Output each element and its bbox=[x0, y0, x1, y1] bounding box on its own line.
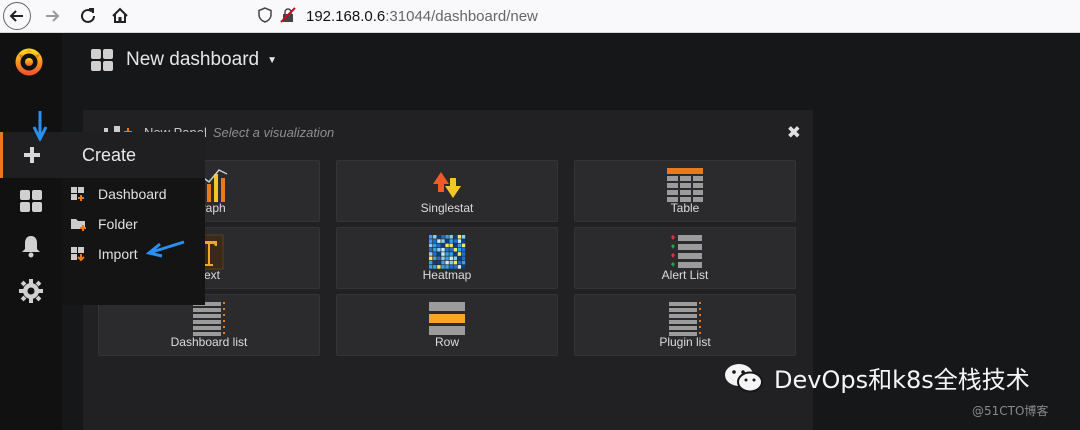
create-menu-item-label: Dashboard bbox=[98, 186, 167, 202]
table-viz-icon bbox=[667, 168, 703, 202]
gear-icon bbox=[19, 279, 43, 303]
sidebar-item-configuration[interactable] bbox=[16, 276, 46, 306]
viz-label: Plugin list bbox=[659, 335, 711, 349]
create-menu-item-label: Folder bbox=[98, 216, 138, 232]
plus-icon bbox=[24, 147, 40, 163]
folder-plus-icon bbox=[70, 215, 98, 233]
address-bar[interactable]: 192.168.0.6:31044/dashboard/new bbox=[258, 0, 538, 33]
shield-icon bbox=[258, 7, 280, 26]
watermark-small: @51CTO博客 bbox=[972, 404, 1049, 418]
page-title: New dashboard bbox=[126, 49, 260, 70]
heatmap-viz-icon bbox=[429, 235, 466, 269]
viz-alert-list[interactable]: Alert List bbox=[574, 227, 796, 289]
url-path: :31044/dashboard/new bbox=[385, 8, 538, 25]
forward-button[interactable] bbox=[38, 2, 66, 30]
arrow-left-icon bbox=[9, 10, 23, 22]
create-menu-item-label: Import bbox=[98, 246, 138, 262]
create-menu-header: Create bbox=[62, 132, 205, 178]
dashboards-grid-icon bbox=[91, 49, 113, 71]
close-icon[interactable]: ✖ bbox=[787, 123, 801, 143]
reload-icon bbox=[81, 8, 95, 23]
viz-table[interactable]: Table bbox=[574, 160, 796, 222]
alert-list-viz-icon bbox=[671, 235, 702, 268]
bell-icon bbox=[22, 236, 40, 258]
dashboard-title-picker[interactable]: New dashboard ▼ bbox=[90, 48, 277, 72]
sidebar-item-alerting[interactable] bbox=[16, 231, 46, 261]
viz-label: Heatmap bbox=[422, 268, 472, 282]
plugin-list-viz-icon bbox=[669, 302, 701, 336]
arrow-right-icon bbox=[46, 10, 60, 22]
home-button[interactable] bbox=[106, 2, 134, 30]
watermark-text: DevOps和k8s全栈技术 bbox=[774, 366, 1030, 394]
viz-singlestat[interactable]: Singlestat bbox=[336, 160, 558, 222]
viz-row[interactable]: Row bbox=[336, 294, 558, 356]
grafana-logo-icon[interactable] bbox=[13, 45, 45, 77]
sidebar-item-dashboards[interactable] bbox=[16, 186, 46, 216]
annotation-arrow-down-icon bbox=[32, 111, 48, 141]
viz-label: Singlestat bbox=[420, 201, 474, 215]
create-menu-item-import[interactable]: Import bbox=[70, 242, 138, 266]
viz-plugin-list[interactable]: Plugin list bbox=[574, 294, 796, 356]
home-icon bbox=[112, 7, 128, 23]
url-host: 192.168.0.6 bbox=[306, 8, 386, 25]
create-menu: Create Dashboard Folder Import bbox=[62, 132, 205, 305]
reload-button[interactable] bbox=[74, 2, 102, 30]
dashboard-plus-icon bbox=[70, 185, 98, 203]
row-viz-icon bbox=[429, 302, 465, 335]
singlestat-viz-icon bbox=[433, 172, 461, 198]
import-icon bbox=[70, 245, 98, 263]
grafana-app: New dashboard ▼ New Panel Select a visua… bbox=[0, 33, 1080, 430]
panel-subtitle: Select a visualization bbox=[212, 125, 335, 140]
viz-label: Table bbox=[670, 201, 700, 215]
create-menu-item-folder[interactable]: Folder bbox=[70, 212, 138, 236]
back-button[interactable] bbox=[3, 2, 31, 30]
viz-label: Dashboard list bbox=[170, 335, 248, 349]
viz-label: Alert List bbox=[661, 268, 709, 282]
browser-toolbar: 192.168.0.6:31044/dashboard/new bbox=[0, 0, 1080, 33]
insecure-lock-icon[interactable] bbox=[280, 7, 306, 26]
sidebar bbox=[0, 33, 62, 430]
dashboards-grid-icon bbox=[20, 190, 42, 212]
wechat-icon bbox=[725, 363, 763, 392]
create-menu-item-dashboard[interactable]: Dashboard bbox=[70, 182, 167, 206]
annotation-arrow-left-icon bbox=[146, 240, 185, 258]
viz-label: Row bbox=[434, 335, 459, 349]
caret-down-icon: ▼ bbox=[267, 54, 277, 66]
watermark: DevOps和k8s全栈技术 bbox=[724, 360, 1030, 395]
dashboard-list-viz-icon bbox=[193, 302, 225, 336]
viz-heatmap[interactable]: Heatmap bbox=[336, 227, 558, 289]
